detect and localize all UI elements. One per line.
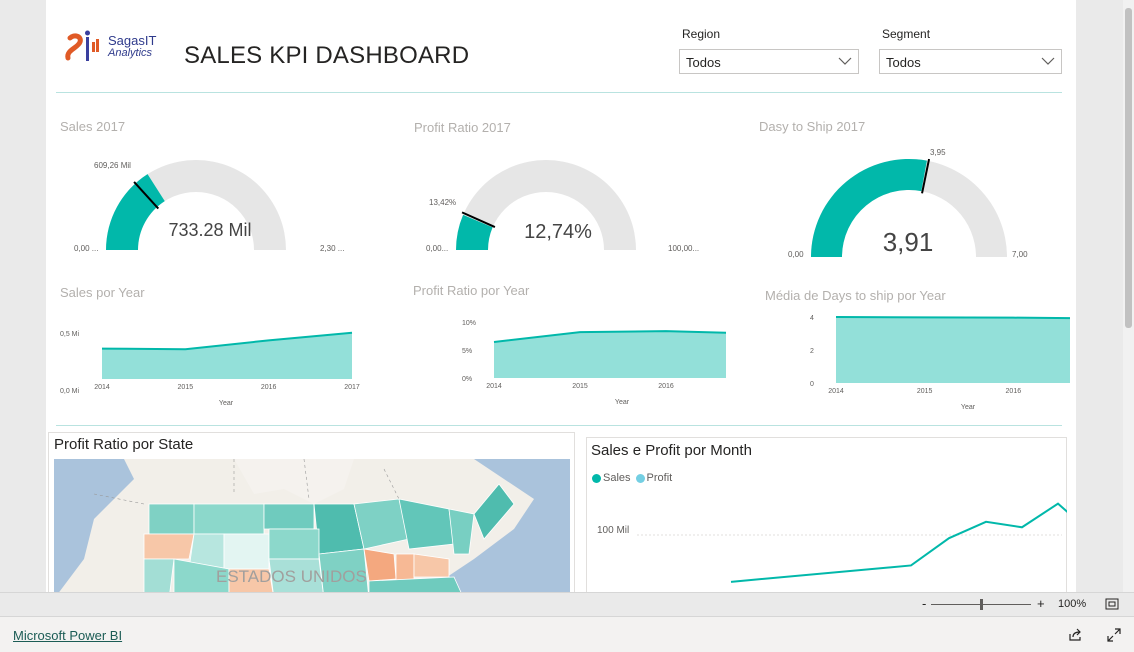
gauge-value: 12,74% bbox=[524, 221, 592, 243]
region-slicer-label: Region bbox=[682, 27, 721, 41]
x-tick-label: 2014 bbox=[486, 383, 502, 390]
area-chart-days-year[interactable]: 2014201520162017Year420 bbox=[758, 300, 1070, 415]
map-title: Profit Ratio por State bbox=[54, 436, 194, 453]
zoom-out-button[interactable]: - bbox=[922, 596, 926, 611]
x-axis-title: Year bbox=[961, 404, 976, 411]
y-tick-label: 5% bbox=[462, 348, 472, 355]
fit-to-page-icon[interactable] bbox=[1105, 598, 1119, 610]
zoom-slider-thumb[interactable] bbox=[980, 599, 983, 610]
region-dropdown[interactable]: Todos bbox=[679, 49, 859, 74]
gauge-value: 733.28 Mil bbox=[168, 220, 251, 240]
x-axis-title: Year bbox=[219, 400, 234, 407]
legend-label-profit[interactable]: Profit bbox=[647, 472, 673, 484]
chevron-down-icon bbox=[1041, 57, 1055, 65]
gauge-days-to-ship[interactable]: 3,91 0,00 7,00 3,95 bbox=[766, 140, 1056, 265]
zoom-in-button[interactable]: + bbox=[1037, 596, 1045, 611]
logo-text: SagasIT bbox=[108, 33, 157, 48]
y-tick-label: 0,0 Mi bbox=[60, 388, 80, 395]
y-tick-label: 100 Mil bbox=[597, 525, 629, 536]
y-tick-label: 0,5 Mi bbox=[60, 331, 80, 338]
logo-subtext: Analytics bbox=[108, 47, 153, 59]
gauge-max-label: 100,00... bbox=[668, 244, 699, 253]
legend-dot-sales bbox=[592, 473, 601, 483]
divider bbox=[56, 92, 1062, 93]
report-canvas: SagasIT Analytics SALES KPI DASHBOARD Re… bbox=[46, 0, 1076, 592]
x-tick-label: 2014 bbox=[828, 388, 844, 395]
y-tick-label: 0% bbox=[462, 376, 472, 383]
area-chart-sales-year[interactable]: 2014 2015 2016 2017 Year 0,5 Mi 0,0 Mi bbox=[56, 300, 366, 410]
gauge-title-sales: Sales 2017 bbox=[60, 119, 126, 134]
zoom-bar: - + 100% bbox=[0, 592, 1134, 616]
region-dropdown-value: Todos bbox=[686, 55, 721, 70]
scrollbar-thumb[interactable] bbox=[1125, 8, 1132, 328]
gauge-min-label: 0,00 ... bbox=[74, 244, 98, 253]
zoom-level: 100% bbox=[1058, 598, 1087, 610]
area-fill bbox=[102, 332, 352, 379]
gauge-profit-ratio[interactable]: 12,74% 0,00... 100,00... 13,42% bbox=[418, 140, 708, 260]
x-tick-label: 2017 bbox=[344, 384, 360, 391]
gauge-min-label: 0,00... bbox=[426, 244, 448, 253]
x-tick-label: 2015 bbox=[917, 388, 933, 395]
sales-line bbox=[730, 502, 1067, 583]
gauge-target-label: 609,26 Mil bbox=[94, 161, 131, 170]
segment-slicer-label: Segment bbox=[882, 27, 931, 41]
x-tick-label: 2016 bbox=[658, 383, 674, 390]
power-bi-link[interactable]: Microsoft Power BI bbox=[13, 628, 122, 643]
divider bbox=[56, 425, 1062, 426]
x-tick-label: 2014 bbox=[94, 384, 110, 391]
footer-bar bbox=[0, 616, 1134, 652]
chart-title-sales-year: Sales por Year bbox=[60, 285, 145, 300]
x-tick-label: 2015 bbox=[178, 384, 194, 391]
gauge-title-profit-ratio: Profit Ratio 2017 bbox=[414, 120, 511, 135]
line-chart-sales-profit[interactable]: 100 Mil bbox=[587, 495, 1067, 592]
dashboard-title: SALES KPI DASHBOARD bbox=[184, 42, 470, 69]
gauge-value: 3,91 bbox=[883, 227, 934, 257]
gauge-max-label: 7,00 bbox=[1012, 250, 1028, 259]
chart-legend: Sales Profit bbox=[592, 472, 672, 484]
y-tick-label: 10% bbox=[462, 320, 476, 327]
profit-ratio-map[interactable]: ESTADOS UNIDOS bbox=[54, 459, 570, 592]
y-tick-label: 0 bbox=[810, 381, 814, 388]
segment-dropdown-value: Todos bbox=[886, 55, 921, 70]
gauge-target-label: 3,95 bbox=[930, 148, 946, 157]
x-tick-label: 2016 bbox=[1006, 388, 1022, 395]
area-fill bbox=[836, 317, 1070, 383]
gauge-target-label: 13,42% bbox=[429, 198, 456, 207]
segment-dropdown[interactable]: Todos bbox=[879, 49, 1062, 74]
x-axis-title: Year bbox=[615, 399, 630, 406]
chart-title-profit-year: Profit Ratio por Year bbox=[413, 283, 530, 298]
x-tick-label: 2016 bbox=[261, 384, 277, 391]
legend-label-sales[interactable]: Sales bbox=[603, 472, 631, 484]
share-icon[interactable] bbox=[1068, 628, 1082, 642]
fullscreen-icon[interactable] bbox=[1107, 628, 1121, 642]
chevron-down-icon bbox=[838, 57, 852, 65]
x-tick-label: 2015 bbox=[572, 383, 588, 390]
legend-dot-profit bbox=[635, 473, 645, 483]
gauge-sales[interactable]: 733.28 Mil 0,00 ... 2,30 ... 609,26 Mil bbox=[66, 140, 346, 260]
y-tick-label: 4 bbox=[810, 315, 814, 322]
gauge-min-label: 0,00 bbox=[788, 250, 804, 259]
y-tick-label: 2 bbox=[810, 348, 814, 355]
gauge-title-days-to-ship: Dasy to Ship 2017 bbox=[759, 119, 866, 134]
line-chart-title: Sales e Profit por Month bbox=[591, 442, 752, 459]
map-country-label: ESTADOS UNIDOS bbox=[216, 567, 367, 586]
area-chart-profit-year[interactable]: 2014201520162017Year10%5%0% bbox=[406, 300, 726, 410]
gauge-max-label: 2,30 ... bbox=[320, 244, 344, 253]
